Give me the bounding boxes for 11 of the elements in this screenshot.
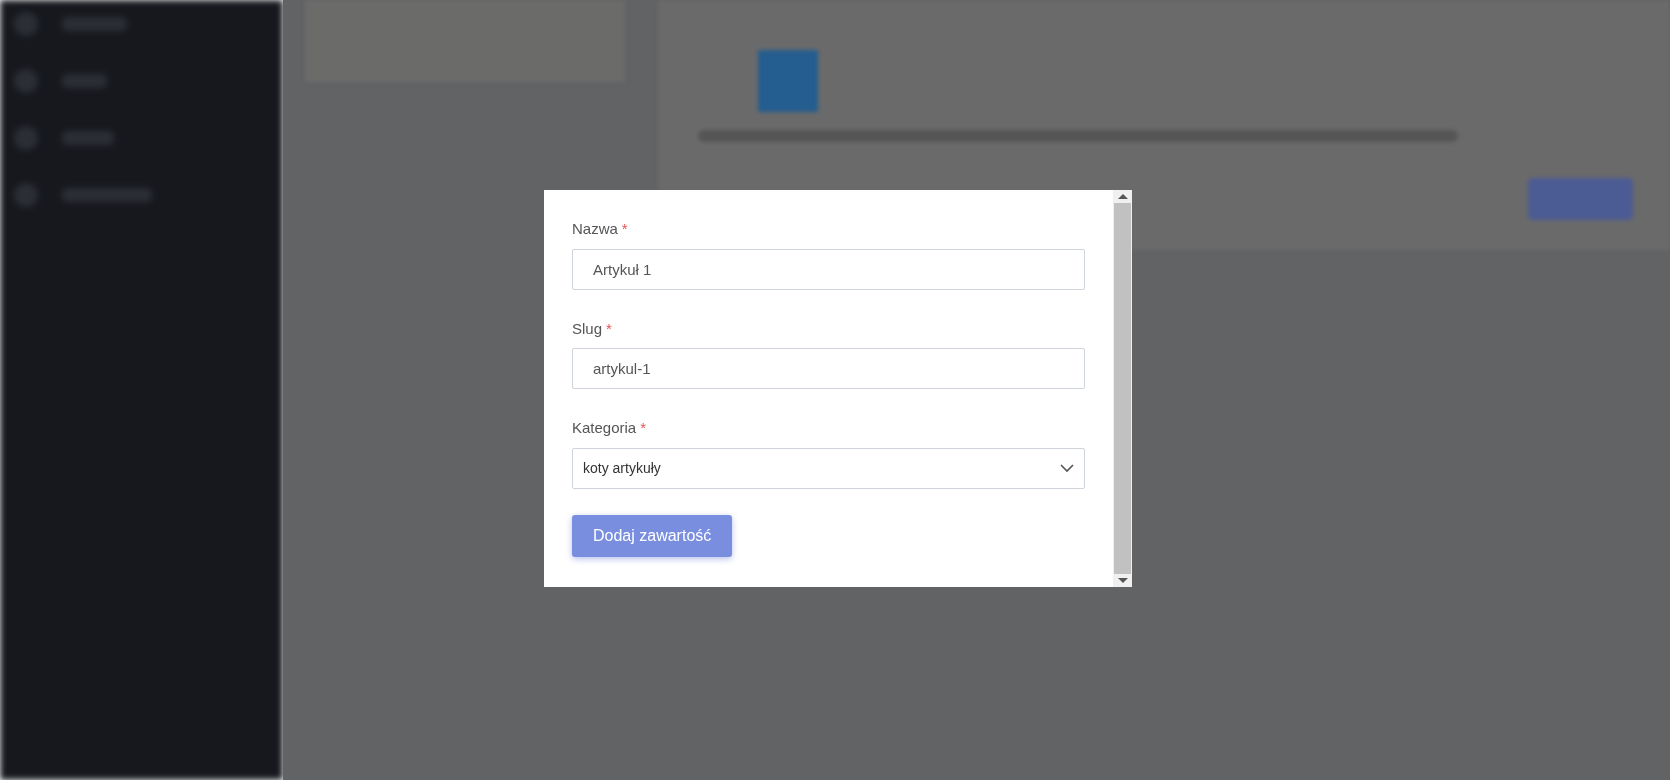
field-label: Slug [572,318,603,339]
required-mark: * [606,318,612,339]
required-mark: * [640,418,647,438]
field-label: Kategoria [572,418,637,438]
field-label: Nazwa [572,219,618,239]
required-mark: * [621,219,628,239]
input-field[interactable]: Artykuł 1 [572,248,1085,290]
chevron-down-icon [1060,463,1074,473]
scrollbar[interactable] [1113,190,1132,587]
select-field[interactable]: koty artykuły [572,447,1085,489]
input-field[interactable]: artykul-1 [572,348,1085,389]
